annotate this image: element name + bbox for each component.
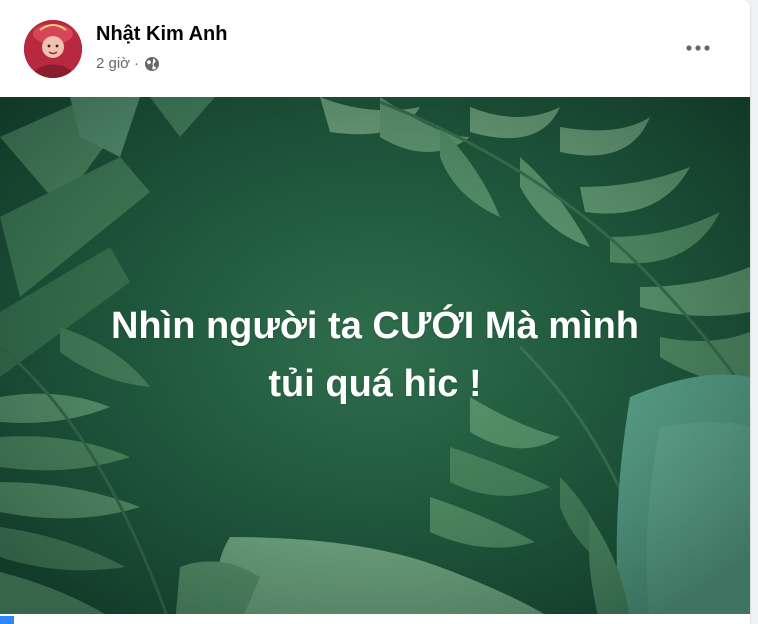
globe-icon	[144, 56, 160, 72]
avatar-image	[24, 20, 82, 78]
post-caption: Nhìn người ta CƯỚI Mà mình tủi quá hic !	[40, 297, 710, 413]
post-footer-edge	[0, 614, 750, 624]
post-media[interactable]: Nhìn người ta CƯỚI Mà mình tủi quá hic !	[0, 97, 750, 624]
caption-line-2: tủi quá hic !	[268, 363, 482, 405]
meta-separator: ·	[134, 55, 140, 72]
more-options-icon	[686, 45, 710, 51]
more-options-button[interactable]	[680, 30, 716, 66]
post-timestamp[interactable]: 2 giờ	[96, 54, 130, 74]
post-meta: 2 giờ ·	[96, 54, 160, 74]
author-name[interactable]: Nhật Kim Anh	[96, 22, 227, 46]
footer-accent	[0, 616, 14, 624]
post-card: Nhật Kim Anh 2 giờ · Nhìn người ta CƯỚI …	[0, 0, 750, 624]
caption-line-1: Nhìn người ta CƯỚI Mà mình	[110, 305, 639, 347]
author-avatar[interactable]	[24, 20, 82, 78]
post-header: Nhật Kim Anh 2 giờ ·	[0, 0, 750, 96]
